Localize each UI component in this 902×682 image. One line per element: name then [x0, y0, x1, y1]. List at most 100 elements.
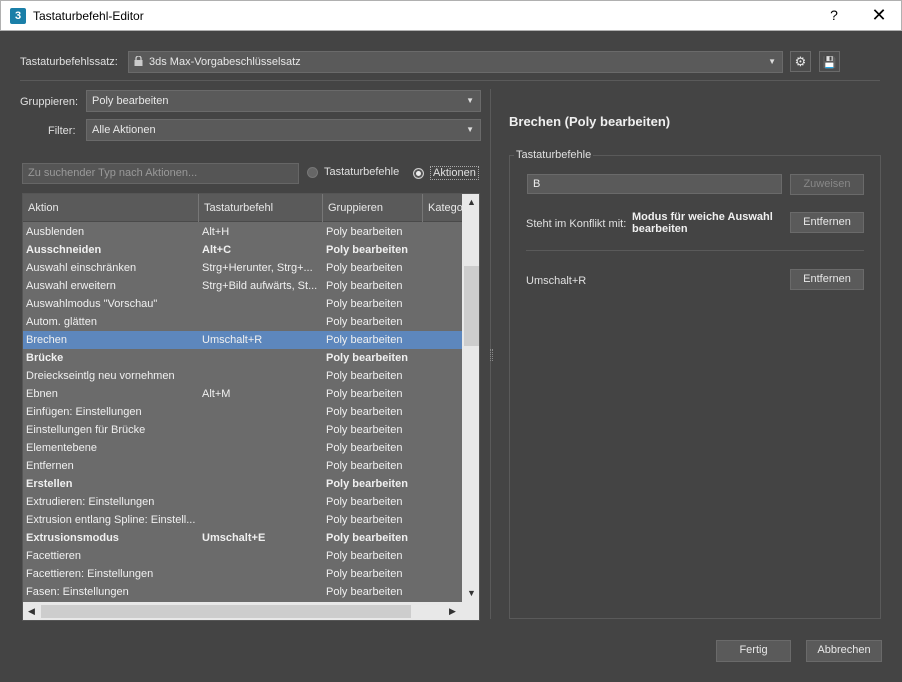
vertical-scrollbar[interactable]: ▲ ▼ — [462, 194, 479, 602]
conflict-value: Modus für weiche Auswahl bearbeiten — [632, 211, 773, 235]
scroll-left-icon[interactable]: ◀ — [23, 602, 40, 620]
cell-action: Extrusion entlang Spline: Einstell... — [26, 514, 195, 526]
search-input[interactable]: Zu suchender Typ nach Aktionen... — [22, 163, 299, 184]
filter-label: Filter: — [48, 125, 76, 137]
cell-shortcut: Strg+Herunter, Strg+... — [202, 262, 313, 274]
table-row[interactable]: Auswahlmodus "Vorschau" Poly bearbeiten — [23, 295, 463, 313]
table-row[interactable]: Facettieren: Einstellungen Poly bearbeite… — [23, 565, 463, 583]
table-row[interactable]: Auswahl erweitern Strg+Bild aufwärts, St.… — [23, 277, 463, 295]
conflict-label: Steht im Konflikt mit: — [526, 218, 627, 230]
shortcuts-group: Tastaturbefehle B Zuweisen Steht im Konf… — [509, 149, 881, 619]
cancel-button[interactable]: Abbrechen — [806, 640, 882, 662]
cell-action: Extrudieren: Einstellungen — [26, 496, 155, 508]
table-row[interactable]: Einstellungen für Brücke Poly bearbeiten — [23, 421, 463, 439]
scroll-right-icon[interactable]: ▶ — [444, 602, 461, 620]
cell-group: Poly bearbeiten — [326, 460, 403, 472]
table-row[interactable]: Ausschneiden Alt+C Poly bearbeiten — [23, 241, 463, 259]
title-bar: 3 Tastaturbefehl-Editor ? ✕ — [0, 0, 902, 31]
divider — [20, 80, 880, 81]
remove-shortcut-button[interactable]: Entfernen — [790, 269, 864, 290]
table-row[interactable]: Erstellen Poly bearbeiten — [23, 475, 463, 493]
table-row[interactable]: Autom. glätten Poly bearbeiten — [23, 313, 463, 331]
filter-select[interactable]: Alle Aktionen ▼ — [86, 119, 481, 141]
cell-shortcut: Umschalt+E — [202, 532, 266, 544]
cell-group: Poly bearbeiten — [326, 532, 408, 544]
table-row[interactable]: Extrudieren: Einstellungen Poly bearbeite… — [23, 493, 463, 511]
actions-table: Aktion Tastaturbefehl Gruppieren Katego … — [22, 193, 480, 621]
table-row[interactable]: Brechen Umschalt+R Poly bearbeiten — [23, 331, 463, 349]
table-row[interactable]: Ebnen Alt+M Poly bearbeiten — [23, 385, 463, 403]
help-button[interactable]: ? — [827, 7, 841, 23]
cell-group: Poly bearbeiten — [326, 244, 408, 256]
column-header-action[interactable]: Aktion — [23, 194, 199, 222]
remove-conflict-button[interactable]: Entfernen — [790, 212, 864, 233]
column-header-category[interactable]: Katego — [423, 194, 463, 222]
cell-group: Poly bearbeiten — [326, 568, 403, 580]
cell-group: Poly bearbeiten — [326, 226, 403, 238]
cell-group: Poly bearbeiten — [326, 514, 403, 526]
app-icon: 3 — [10, 8, 26, 24]
cell-shortcut: Strg+Bild aufwärts, St... — [202, 280, 318, 292]
cell-action: Fasen: Einstellungen — [26, 586, 129, 598]
done-button[interactable]: Fertig — [716, 640, 791, 662]
cell-group: Poly bearbeiten — [326, 298, 403, 310]
save-button[interactable]: 💾 — [819, 51, 840, 72]
table-row[interactable]: Einfügen: Einstellungen Poly bearbeiten — [23, 403, 463, 421]
table-row[interactable]: Extrusion entlang Spline: Einstell... Pol… — [23, 511, 463, 529]
keyset-select[interactable]: 3ds Max-Vorgabeschlüsselsatz ▼ — [128, 51, 783, 73]
scroll-thumb-horizontal[interactable] — [41, 605, 411, 618]
cell-shortcut: Alt+M — [202, 388, 231, 400]
scroll-down-icon[interactable]: ▼ — [462, 585, 479, 602]
detail-title: Brechen (Poly bearbeiten) — [509, 114, 671, 129]
cell-action: Auswahlmodus "Vorschau" — [26, 298, 158, 310]
radio-icon — [307, 166, 318, 178]
cell-action: Ebnen — [26, 388, 58, 400]
scroll-up-icon[interactable]: ▲ — [462, 194, 479, 211]
cell-action: Entfernen — [26, 460, 74, 472]
cell-action: Einfügen: Einstellungen — [26, 406, 142, 418]
column-header-shortcut[interactable]: Tastaturbefehl — [199, 194, 323, 222]
table-row[interactable]: Brücke Poly bearbeiten — [23, 349, 463, 367]
cell-group: Poly bearbeiten — [326, 370, 403, 382]
table-row[interactable]: Extrusionsmodus Umschalt+E Poly bearbeiten — [23, 529, 463, 547]
table-row[interactable]: Auswahl einschränken Strg+Herunter, Strg+… — [23, 259, 463, 277]
assign-button[interactable]: Zuweisen — [790, 174, 864, 195]
table-row[interactable]: Fasen: Einstellungen Poly bearbeiten — [23, 583, 463, 601]
radio-actions[interactable]: Aktionen — [413, 166, 479, 180]
radio-actions-label: Aktionen — [430, 166, 479, 180]
cell-action: Dreieckseintlg neu vornehmen — [26, 370, 175, 382]
cell-action: Brücke — [26, 352, 64, 364]
chevron-down-icon: ▼ — [768, 57, 776, 66]
table-row[interactable]: Ausblenden Alt+H Poly bearbeiten — [23, 223, 463, 241]
filter-value: Alle Aktionen — [92, 124, 156, 136]
cell-group: Poly bearbeiten — [326, 586, 403, 598]
cell-group: Poly bearbeiten — [326, 424, 403, 436]
group-label: Gruppieren: — [20, 96, 79, 108]
scroll-thumb[interactable] — [464, 266, 479, 346]
splitter-handle[interactable] — [490, 349, 493, 361]
table-header: Aktion Tastaturbefehl Gruppieren Katego — [23, 194, 463, 222]
column-header-group[interactable]: Gruppieren — [323, 194, 423, 222]
table-row[interactable]: Entfernen Poly bearbeiten — [23, 457, 463, 475]
cell-action: Facettieren — [26, 550, 82, 562]
cell-group: Poly bearbeiten — [326, 406, 403, 418]
cell-shortcut: Alt+C — [202, 244, 232, 256]
table-row[interactable]: Facettieren Poly bearbeiten — [23, 547, 463, 565]
table-row[interactable]: Elementebene Poly bearbeiten — [23, 439, 463, 457]
cell-group: Poly bearbeiten — [326, 550, 403, 562]
table-row[interactable]: Dreieckseintlg neu vornehmen Poly bearbei… — [23, 367, 463, 385]
group-select[interactable]: Poly bearbeiten ▼ — [86, 90, 481, 112]
cell-action: Erstellen — [26, 478, 73, 490]
settings-button[interactable]: ⚙ — [790, 51, 811, 72]
cell-group: Poly bearbeiten — [326, 262, 403, 274]
cell-action: Facettieren: Einstellungen — [26, 568, 154, 580]
cell-action: Ausschneiden — [26, 244, 102, 256]
close-button[interactable]: ✕ — [865, 5, 893, 26]
shortcut-input[interactable]: B — [527, 174, 782, 194]
cell-action: Brechen — [26, 334, 67, 346]
save-icon: 💾 — [822, 57, 837, 69]
radio-shortcuts[interactable]: Tastaturbefehle — [307, 166, 399, 178]
cell-action: Auswahl erweitern — [26, 280, 116, 292]
horizontal-scrollbar[interactable]: ◀ ▶ — [23, 602, 479, 620]
cell-group: Poly bearbeiten — [326, 388, 403, 400]
